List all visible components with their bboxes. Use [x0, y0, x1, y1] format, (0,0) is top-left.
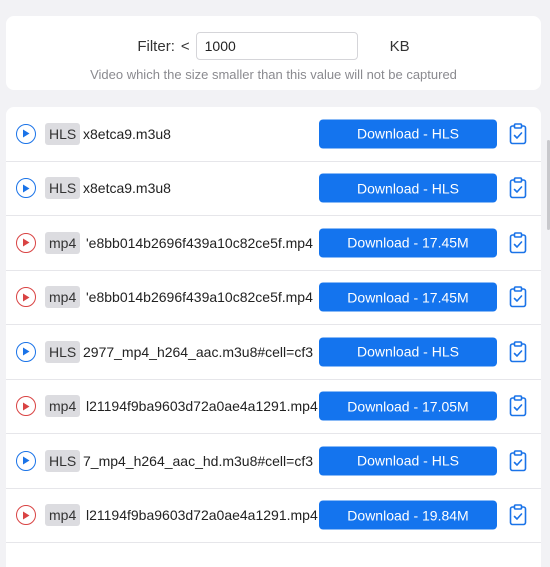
- video-filename: x8etca9.m3u8: [83, 125, 171, 142]
- clipboard-check-icon[interactable]: [509, 340, 527, 363]
- filter-row: Filter: < KB: [6, 32, 541, 60]
- filter-label: Filter:: [137, 37, 175, 55]
- download-button[interactable]: Download - 17.45M: [319, 282, 497, 312]
- format-badge: HLS: [45, 449, 81, 472]
- filter-size-input[interactable]: [195, 32, 358, 60]
- video-filename: 'e8bb014b2696f439a10c82ce5f.mp4: [86, 234, 313, 251]
- video-row: HLS 7_mp4_h264_aac_hd.m3u8#cell=cf3 Down…: [6, 434, 541, 489]
- play-circle-icon[interactable]: [16, 178, 36, 199]
- play-circle-icon[interactable]: [16, 505, 36, 526]
- video-filename: l21194f9ba9603d72a0ae4a1291.mp4: [86, 398, 318, 415]
- clipboard-check-icon[interactable]: [509, 177, 527, 199]
- play-circle-icon[interactable]: [16, 341, 36, 362]
- format-badge: mp4: [45, 286, 81, 309]
- video-row: HLS 2977_mp4_h264_aac.m3u8#cell=cf3 Down…: [6, 325, 541, 380]
- format-badge: mp4: [45, 231, 81, 254]
- download-button[interactable]: Download - 17.45M: [319, 228, 497, 258]
- clipboard-check-icon[interactable]: [509, 231, 527, 254]
- format-badge: HLS: [45, 122, 81, 145]
- filter-hint: Video which the size smaller than this v…: [90, 67, 457, 82]
- video-filename: 2977_mp4_h264_aac.m3u8#cell=cf3: [83, 343, 314, 360]
- clipboard-check-icon[interactable]: [509, 122, 527, 145]
- clipboard-check-icon[interactable]: [509, 286, 527, 308]
- play-circle-icon[interactable]: [16, 123, 36, 144]
- video-filename: l21194f9ba9603d72a0ae4a1291.mp4: [86, 507, 318, 524]
- play-circle-icon[interactable]: [16, 232, 36, 253]
- video-filename: 7_mp4_h264_aac_hd.m3u8#cell=cf3: [83, 452, 314, 469]
- format-badge: mp4: [45, 504, 81, 527]
- format-badge: mp4: [45, 395, 81, 418]
- video-row: mp4 'e8bb014b2696f439a10c82ce5f.mp4 Down…: [6, 271, 541, 325]
- video-row: HLS x8etca9.m3u8 Download - HLS: [6, 107, 541, 162]
- download-button[interactable]: Download - HLS: [319, 119, 497, 149]
- play-circle-icon[interactable]: [16, 396, 36, 417]
- filter-unit: KB: [389, 37, 410, 55]
- format-badge: HLS: [45, 340, 81, 363]
- video-row: mp4 'e8bb014b2696f439a10c82ce5f.mp4 Down…: [6, 216, 541, 271]
- video-row: mp4 l21194f9ba9603d72a0ae4a1291.mp4 Down…: [6, 489, 541, 543]
- play-circle-icon[interactable]: [16, 287, 36, 308]
- download-button[interactable]: Download - HLS: [319, 446, 497, 476]
- filter-operator: <: [180, 37, 190, 55]
- video-filename: 'e8bb014b2696f439a10c82ce5f.mp4: [86, 289, 313, 306]
- clipboard-check-icon[interactable]: [509, 395, 527, 417]
- download-button[interactable]: Download - 19.84M: [319, 500, 497, 530]
- video-row: HLS x8etca9.m3u8 Download - HLS: [6, 162, 541, 216]
- format-badge: HLS: [45, 177, 81, 200]
- video-filename: x8etca9.m3u8: [83, 180, 171, 197]
- download-button[interactable]: Download - 17.05M: [319, 391, 497, 421]
- video-list: HLS x8etca9.m3u8 Download - HLS HLS x8et…: [6, 107, 541, 567]
- play-circle-icon[interactable]: [16, 450, 36, 471]
- clipboard-check-icon[interactable]: [509, 504, 527, 526]
- clipboard-check-icon[interactable]: [509, 449, 527, 472]
- download-button[interactable]: Download - HLS: [319, 173, 497, 203]
- filter-panel: Filter: < KB Video which the size smalle…: [6, 16, 541, 90]
- download-button[interactable]: Download - HLS: [319, 337, 497, 367]
- video-row: mp4 l21194f9ba9603d72a0ae4a1291.mp4 Down…: [6, 380, 541, 434]
